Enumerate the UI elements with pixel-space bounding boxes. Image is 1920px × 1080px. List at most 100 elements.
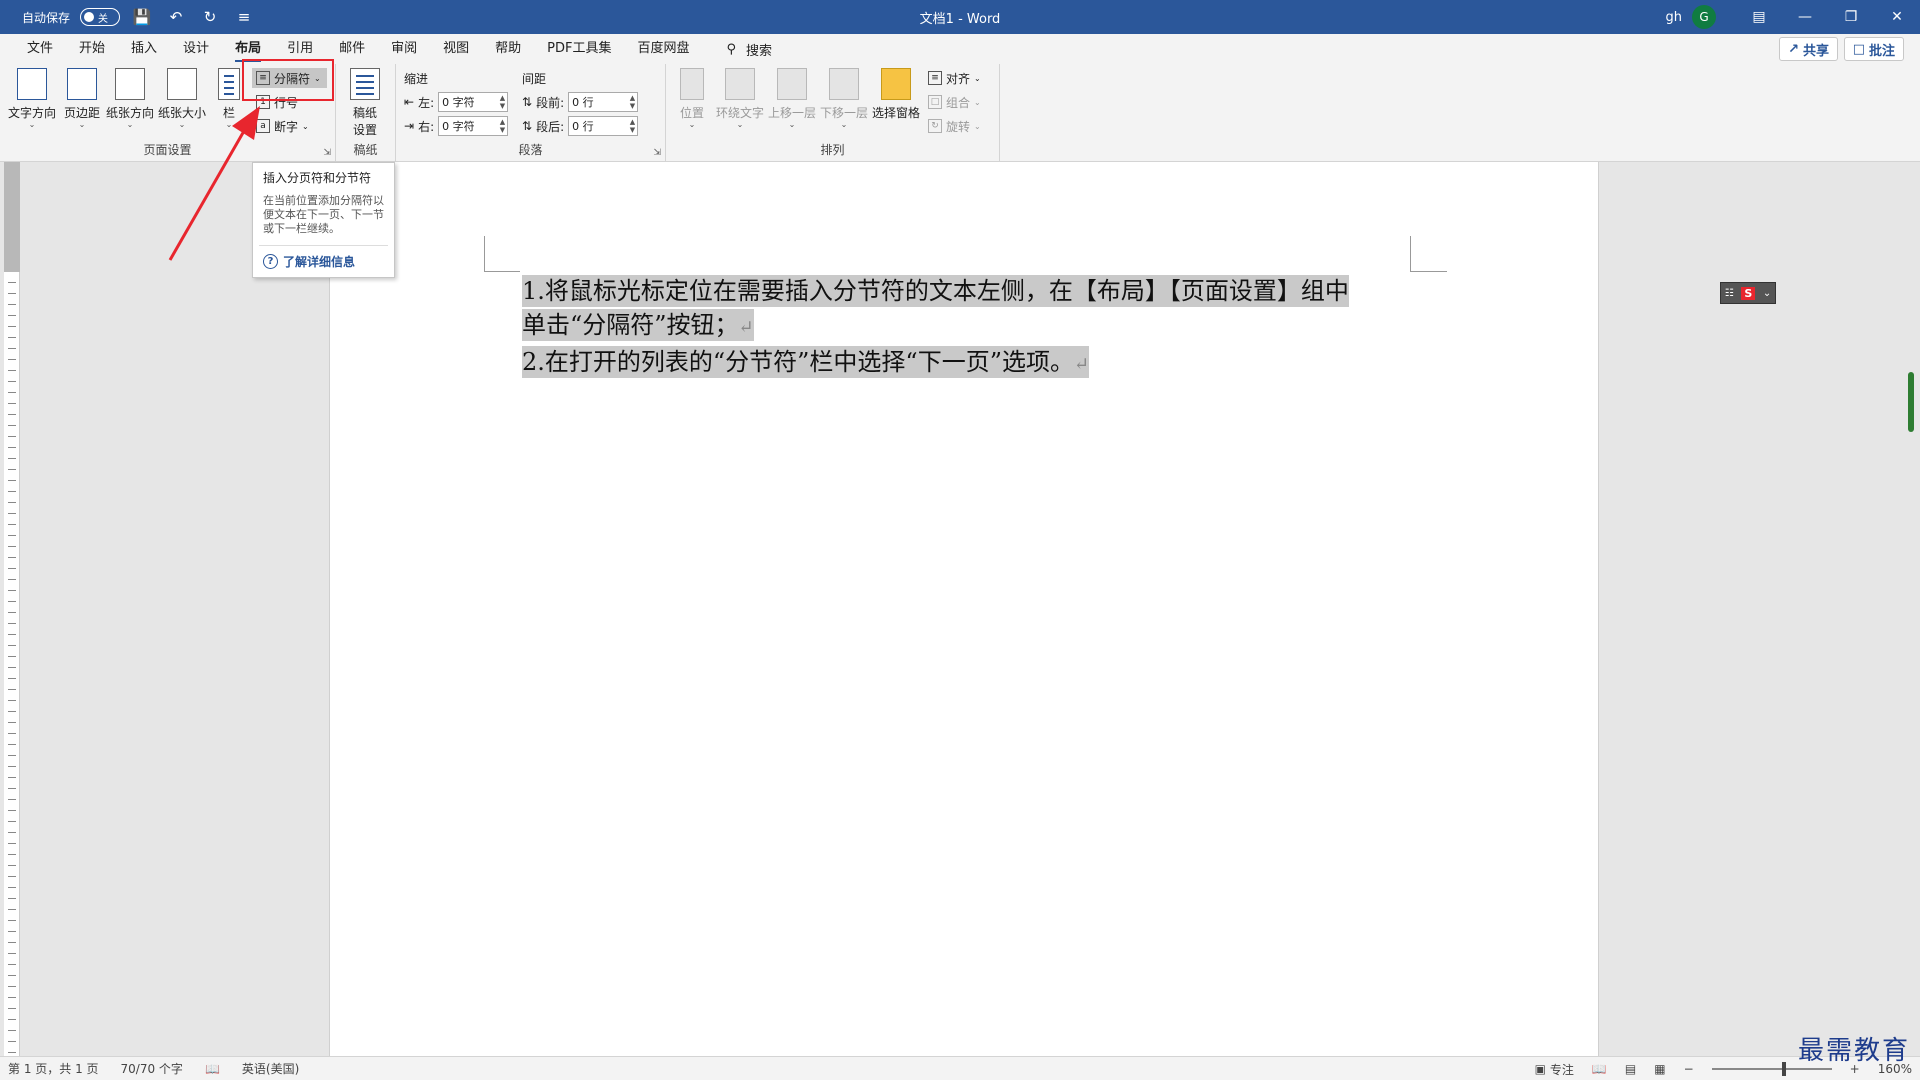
minimize-icon[interactable]: — <box>1782 0 1828 34</box>
document-page[interactable]: 1.将鼠标光标定位在需要插入分节符的文本左侧，在【布局】【页面设置】组中 单击“… <box>329 162 1599 1056</box>
group-label-arrange: 排列 <box>820 143 845 157</box>
document-body[interactable]: 1.将鼠标光标定位在需要插入分节符的文本左侧，在【布局】【页面设置】组中 单击“… <box>522 274 1412 382</box>
ribbon-display-icon[interactable]: ▤ <box>1736 0 1782 34</box>
page-count[interactable]: 第 1 页，共 1 页 <box>8 1060 99 1077</box>
spacing-before-row: ⇅ 段前: 0 行 ▲ ▼ <box>522 92 639 112</box>
save-icon[interactable]: 💾 <box>130 5 154 29</box>
tab-view[interactable]: 视图 <box>430 34 482 64</box>
web-layout-icon[interactable]: ▦ <box>1654 1062 1665 1076</box>
wrap-text-icon <box>725 68 755 100</box>
search-box[interactable]: ⚲ 搜索 <box>703 34 773 64</box>
status-bar: 第 1 页，共 1 页 70/70 个字 📖 英语(美国) ▣ 专注 📖 ▤ ▦… <box>0 1056 1920 1080</box>
crop-mark <box>1410 236 1411 272</box>
tab-baidu-netdisk[interactable]: 百度网盘 <box>624 34 702 64</box>
spacing-before-input[interactable]: 0 行 ▲ ▼ <box>568 92 639 112</box>
tab-pdf-tools[interactable]: PDF工具集 <box>534 34 624 64</box>
zoom-thumb[interactable] <box>1781 1062 1786 1076</box>
indent-left-icon: ⇤ <box>404 95 415 109</box>
tab-layout[interactable]: 布局 <box>222 34 274 64</box>
ruler-ticks <box>8 272 16 1056</box>
indent-right-input[interactable]: 0 字符 ▲ ▼ <box>438 116 509 136</box>
chevron-down-icon: ⌄ <box>974 73 981 83</box>
indent-right-value: 0 字符 <box>442 120 475 133</box>
selection-pane-button[interactable]: 选择窗格 <box>872 68 920 121</box>
group-label-manuscript: 稿纸 <box>353 143 378 157</box>
tab-references[interactable]: 引用 <box>274 34 326 64</box>
margins-button[interactable]: 页边距 ⌄ <box>64 68 100 129</box>
rotate-button[interactable]: ↻ 旋转 ⌄ <box>928 116 981 136</box>
group-label: 组合 <box>946 95 971 110</box>
vertical-scrollbar[interactable] <box>1908 372 1914 432</box>
paragraph-mark: ↵ <box>738 317 754 338</box>
align-button[interactable]: ≡ 对齐 ⌄ <box>928 68 981 88</box>
avatar[interactable]: G <box>1692 5 1716 29</box>
dialog-launcher-icon[interactable]: ⇲ <box>653 148 661 158</box>
indent-left-input[interactable]: 0 字符 ▲ ▼ <box>438 92 509 112</box>
share-button[interactable]: ↗ 共享 <box>1779 37 1838 61</box>
tab-review[interactable]: 审阅 <box>378 34 430 64</box>
language[interactable]: 英语(美国) <box>242 1060 299 1077</box>
zoom-out-icon[interactable]: − <box>1684 1062 1694 1076</box>
indent-right-row: ⇥ 右: 0 字符 ▲ ▼ <box>404 116 509 136</box>
position-button[interactable]: 位置 ⌄ <box>680 68 704 129</box>
position-icon <box>680 68 704 100</box>
text-direction-button[interactable]: 文字方向 ⌄ <box>8 68 56 129</box>
tab-home[interactable]: 开始 <box>66 34 118 64</box>
text-direction-label: 文字方向 <box>8 106 57 120</box>
chevron-down-icon: ⌄ <box>788 120 796 129</box>
wrap-text-button[interactable]: 环绕文字 ⌄ <box>716 68 764 129</box>
share-icon: ↗ <box>1788 41 1799 57</box>
user-name[interactable]: gh <box>1666 10 1683 25</box>
undo-icon[interactable]: ↶ <box>164 5 188 29</box>
tab-mailings[interactable]: 邮件 <box>326 34 378 64</box>
ribbon: 文字方向 ⌄ 页边距 ⌄ 纸张方向 ⌄ 纸张大小 ⌄ 栏 ⌄ ≡ 分隔符 ⌄ 1… <box>0 64 1920 222</box>
word-count[interactable]: 70/70 个字 <box>121 1060 183 1077</box>
rotate-label: 旋转 <box>946 119 971 134</box>
spacing-before-value: 0 行 <box>572 96 594 109</box>
spacing-after-input[interactable]: 0 行 ▲ ▼ <box>568 116 639 136</box>
indent-left-row: ⇤ 左: 0 字符 ▲ ▼ <box>404 92 509 112</box>
document-line-3: 2.在打开的列表的“分节符”栏中选择“下一页”选项。 <box>522 348 1074 376</box>
tab-insert[interactable]: 插入 <box>118 34 170 64</box>
spinner-icon: ▲ ▼ <box>629 94 636 110</box>
learn-more-link[interactable]: ? 了解详细信息 <box>263 253 384 270</box>
send-backward-button[interactable]: 下移一层 ⌄ <box>820 68 868 129</box>
restore-icon[interactable]: ❐ <box>1828 0 1874 34</box>
tab-design[interactable]: 设计 <box>170 34 222 64</box>
breaks-button[interactable]: ≡ 分隔符 ⌄ <box>252 68 327 88</box>
orientation-label: 纸张方向 <box>106 106 155 120</box>
wrap-text-label: 环绕文字 <box>716 106 765 120</box>
read-mode-icon[interactable]: 📖 <box>1592 1062 1607 1076</box>
spinner-icon: ▲ ▼ <box>499 118 506 134</box>
manuscript-icon <box>350 68 380 100</box>
dialog-launcher-icon[interactable]: ⇲ <box>323 148 331 158</box>
comments-button[interactable]: □ 批注 <box>1843 37 1904 61</box>
tab-file[interactable]: 文件 <box>14 34 66 64</box>
orientation-button[interactable]: 纸张方向 ⌄ <box>106 68 154 129</box>
redo-icon[interactable]: ↻ <box>198 5 222 29</box>
group-objects-button[interactable]: □ 组合 ⌄ <box>928 92 981 112</box>
document-line-1: 1.将鼠标光标定位在需要插入分节符的文本左侧，在【布局】【页面设置】组中 <box>522 275 1349 307</box>
group-icon: □ <box>928 95 942 109</box>
search-label: 搜索 <box>746 43 773 59</box>
tab-help[interactable]: 帮助 <box>482 34 534 64</box>
ribbon-tabs: 文件 开始 插入 设计 布局 引用 邮件 审阅 视图 帮助 PDF工具集 百度网… <box>0 34 1920 64</box>
spinner-icon: ▲ ▼ <box>499 94 506 110</box>
spacing-after-icon: ⇅ <box>522 119 533 133</box>
crop-mark <box>484 271 520 272</box>
proofing-icon[interactable]: 📖 <box>205 1062 220 1076</box>
spacing-after-label: 段后: <box>536 119 565 134</box>
bring-forward-button[interactable]: 上移一层 ⌄ <box>768 68 816 129</box>
selection-pane-label: 选择窗格 <box>872 106 921 120</box>
manuscript-settings-button[interactable]: 稿纸 设置 <box>350 68 380 138</box>
paper-size-icon <box>167 68 197 100</box>
focus-mode-button[interactable]: ▣ 专注 <box>1535 1061 1574 1078</box>
close-icon[interactable]: ✕ <box>1874 0 1920 34</box>
customize-toolbar-icon[interactable]: ≡ <box>232 5 256 29</box>
zoom-slider[interactable] <box>1711 1062 1832 1076</box>
comment-icon: □ <box>1852 41 1865 57</box>
ime-toolbar[interactable]: ☷ S ⌄ <box>1720 282 1776 304</box>
autosave-toggle[interactable]: 关 <box>80 8 121 26</box>
print-layout-icon[interactable]: ▤ <box>1625 1062 1636 1076</box>
send-backward-icon <box>829 68 859 100</box>
